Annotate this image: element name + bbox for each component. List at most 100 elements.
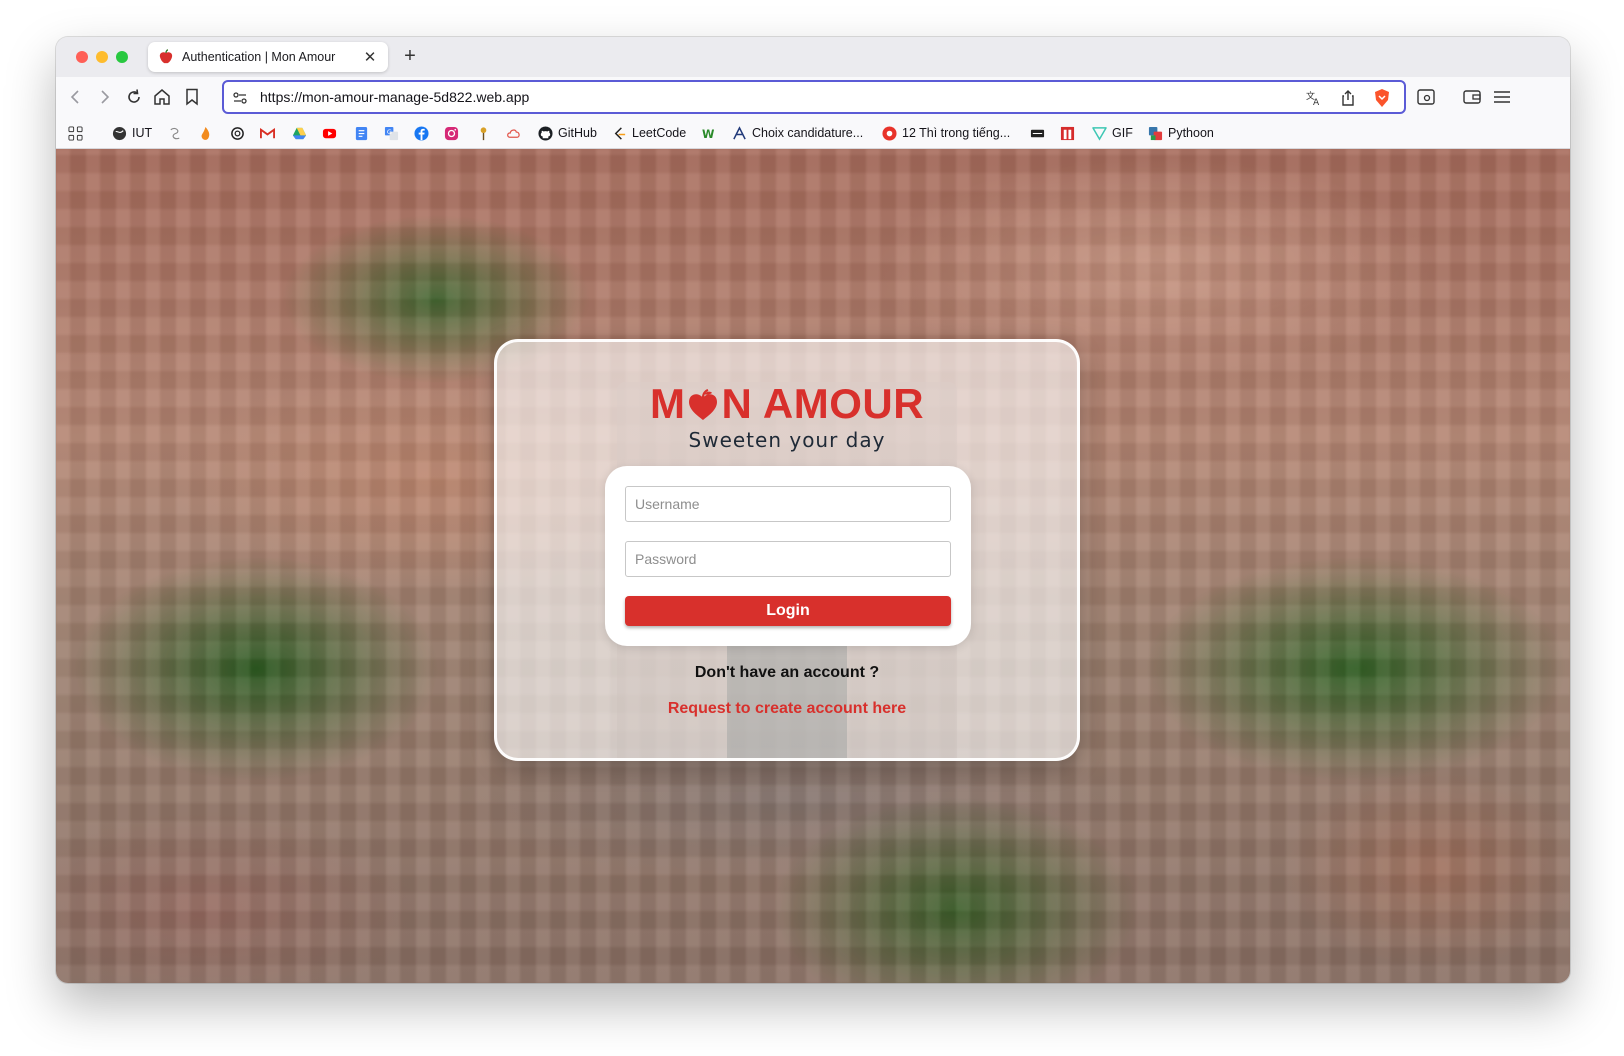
- share-icon[interactable]: [1338, 88, 1358, 108]
- new-tab-button[interactable]: +: [398, 45, 422, 68]
- home-button[interactable]: [150, 85, 174, 109]
- forward-arrow-icon: [101, 90, 110, 104]
- bookmark-gmail[interactable]: [260, 124, 275, 142]
- menu-button[interactable]: [1490, 85, 1514, 109]
- logo-wordmark: M N AMOUR: [497, 382, 1077, 426]
- youtube-icon: [322, 128, 337, 138]
- instagram-icon: [444, 126, 459, 140]
- bookmark-translate[interactable]: G: [384, 124, 399, 142]
- reload-button[interactable]: [122, 85, 146, 109]
- cloud-icon: [507, 128, 520, 138]
- window-controls: [76, 51, 128, 63]
- username-input[interactable]: [625, 486, 951, 522]
- bookmark-red-square[interactable]: [1060, 124, 1075, 142]
- gmail-icon: [260, 127, 275, 138]
- reader-mode-icon: [1417, 89, 1435, 105]
- svg-text:W: W: [702, 128, 715, 141]
- brand-logo: M N AMOUR Sweeten your day: [497, 382, 1077, 453]
- wallet-icon: [1463, 90, 1481, 104]
- bookmark-label: 12 Thì trong tiếng...: [902, 126, 1011, 140]
- navigation-bar: https://mon-amour-manage-5d822.web.app 文…: [56, 77, 1570, 117]
- svg-text:A: A: [1313, 98, 1320, 107]
- bookmark-pythoon[interactable]: Pythoon: [1148, 124, 1214, 142]
- python-icon: [1148, 126, 1163, 140]
- request-account-link[interactable]: Request to create account here: [497, 700, 1077, 718]
- page-viewport: M N AMOUR Sweeten your day Login Don't ha…: [56, 149, 1570, 983]
- site-settings-icon[interactable]: [230, 88, 250, 108]
- hamburger-menu-icon: [1494, 91, 1510, 103]
- openai-icon: [231, 126, 244, 140]
- tab-strip: Authentication | Mon Amour ✕ +: [56, 37, 1570, 77]
- bookmark-label: GIF: [1112, 126, 1133, 140]
- wallet-button[interactable]: [1460, 85, 1484, 109]
- bookmark-label: Choix candidature...: [752, 126, 864, 140]
- close-tab-icon[interactable]: ✕: [362, 48, 378, 66]
- bookmark-openai[interactable]: [230, 124, 245, 142]
- bookmark-facebook[interactable]: [414, 124, 429, 142]
- back-arrow-icon: [70, 90, 79, 104]
- gif-icon: [1092, 126, 1107, 141]
- translate-page-icon[interactable]: 文A: [1304, 88, 1324, 108]
- bookmark-apps[interactable]: [68, 124, 83, 142]
- bookmark-choix-candidature[interactable]: Choix candidature...: [732, 124, 863, 142]
- bookmark-flame[interactable]: [198, 124, 213, 142]
- minimize-window-button[interactable]: [96, 51, 108, 63]
- login-card: M N AMOUR Sweeten your day Login Don't ha…: [494, 339, 1080, 761]
- bookmark-12-thi[interactable]: 12 Thì trong tiếng...: [882, 124, 1010, 142]
- bookmark-label: LeetCode: [632, 126, 687, 140]
- bookmark-drive[interactable]: [292, 124, 307, 142]
- red-square-icon: [1060, 126, 1075, 140]
- bookmarks-bar: IUT G GitHub LeetCode W Choix candidatur…: [56, 117, 1570, 149]
- password-input[interactable]: [625, 541, 951, 577]
- bookmark-youtube[interactable]: [322, 124, 337, 142]
- apps-grid-icon: [68, 125, 83, 141]
- url-text[interactable]: https://mon-amour-manage-5d822.web.app: [260, 89, 529, 105]
- bookmark-iut[interactable]: IUT: [112, 124, 152, 142]
- plant-icon: [480, 126, 487, 140]
- apple-favicon-icon: [159, 49, 173, 64]
- bookmark-swirl[interactable]: [168, 124, 183, 142]
- back-button[interactable]: [64, 85, 88, 109]
- bookmark-docs[interactable]: [354, 124, 369, 142]
- zoom-window-button[interactable]: [116, 51, 128, 63]
- forward-button[interactable]: [92, 85, 116, 109]
- heart-apple-icon: [689, 388, 718, 420]
- close-window-button[interactable]: [76, 51, 88, 63]
- bookmark-label: IUT: [132, 126, 153, 140]
- login-form: Login: [605, 466, 971, 646]
- login-button[interactable]: Login: [625, 596, 951, 626]
- w-icon: W: [702, 128, 715, 141]
- bookmark-label: GitHub: [558, 126, 597, 140]
- bookmark-leetcode[interactable]: LeetCode: [612, 124, 686, 142]
- no-account-text: Don't have an account ?: [694, 664, 880, 681]
- bookmark-cloud[interactable]: [506, 124, 521, 142]
- bookmark-instagram[interactable]: [444, 124, 459, 142]
- bookmark-button[interactable]: [180, 85, 204, 109]
- bookmark-icon: [186, 88, 198, 106]
- brave-shields-icon[interactable]: [1372, 88, 1392, 108]
- tab-authentication[interactable]: Authentication | Mon Amour ✕: [148, 42, 388, 72]
- flame-icon: [201, 126, 210, 140]
- reader-mode-button[interactable]: [1414, 85, 1438, 109]
- bookmark-label: Pythoon: [1168, 126, 1214, 140]
- dark-badge-icon: [1030, 129, 1045, 137]
- bookmark-plant[interactable]: [476, 124, 491, 142]
- globe-icon: [112, 126, 127, 140]
- logo-text-left: M: [649, 380, 686, 427]
- translate-icon: G: [384, 126, 399, 140]
- drive-icon: [292, 127, 307, 139]
- leetcode-icon: [614, 126, 626, 140]
- bookmark-w[interactable]: W: [702, 124, 717, 142]
- tagline: Sweeten your day: [688, 428, 886, 452]
- bookmark-gif[interactable]: GIF: [1092, 124, 1133, 142]
- reload-icon: [128, 89, 140, 103]
- bookmark-github[interactable]: GitHub: [538, 124, 597, 142]
- docs-icon: [355, 126, 368, 140]
- tab-title: Authentication | Mon Amour: [182, 50, 336, 64]
- red-circle-icon: [882, 125, 897, 141]
- url-bar[interactable]: https://mon-amour-manage-5d822.web.app 文…: [222, 80, 1406, 114]
- logo-text-right: N AMOUR: [721, 380, 925, 427]
- bookmark-dark-badge[interactable]: [1030, 124, 1045, 142]
- svg-text:G: G: [387, 127, 392, 135]
- pen-icon: [733, 125, 746, 139]
